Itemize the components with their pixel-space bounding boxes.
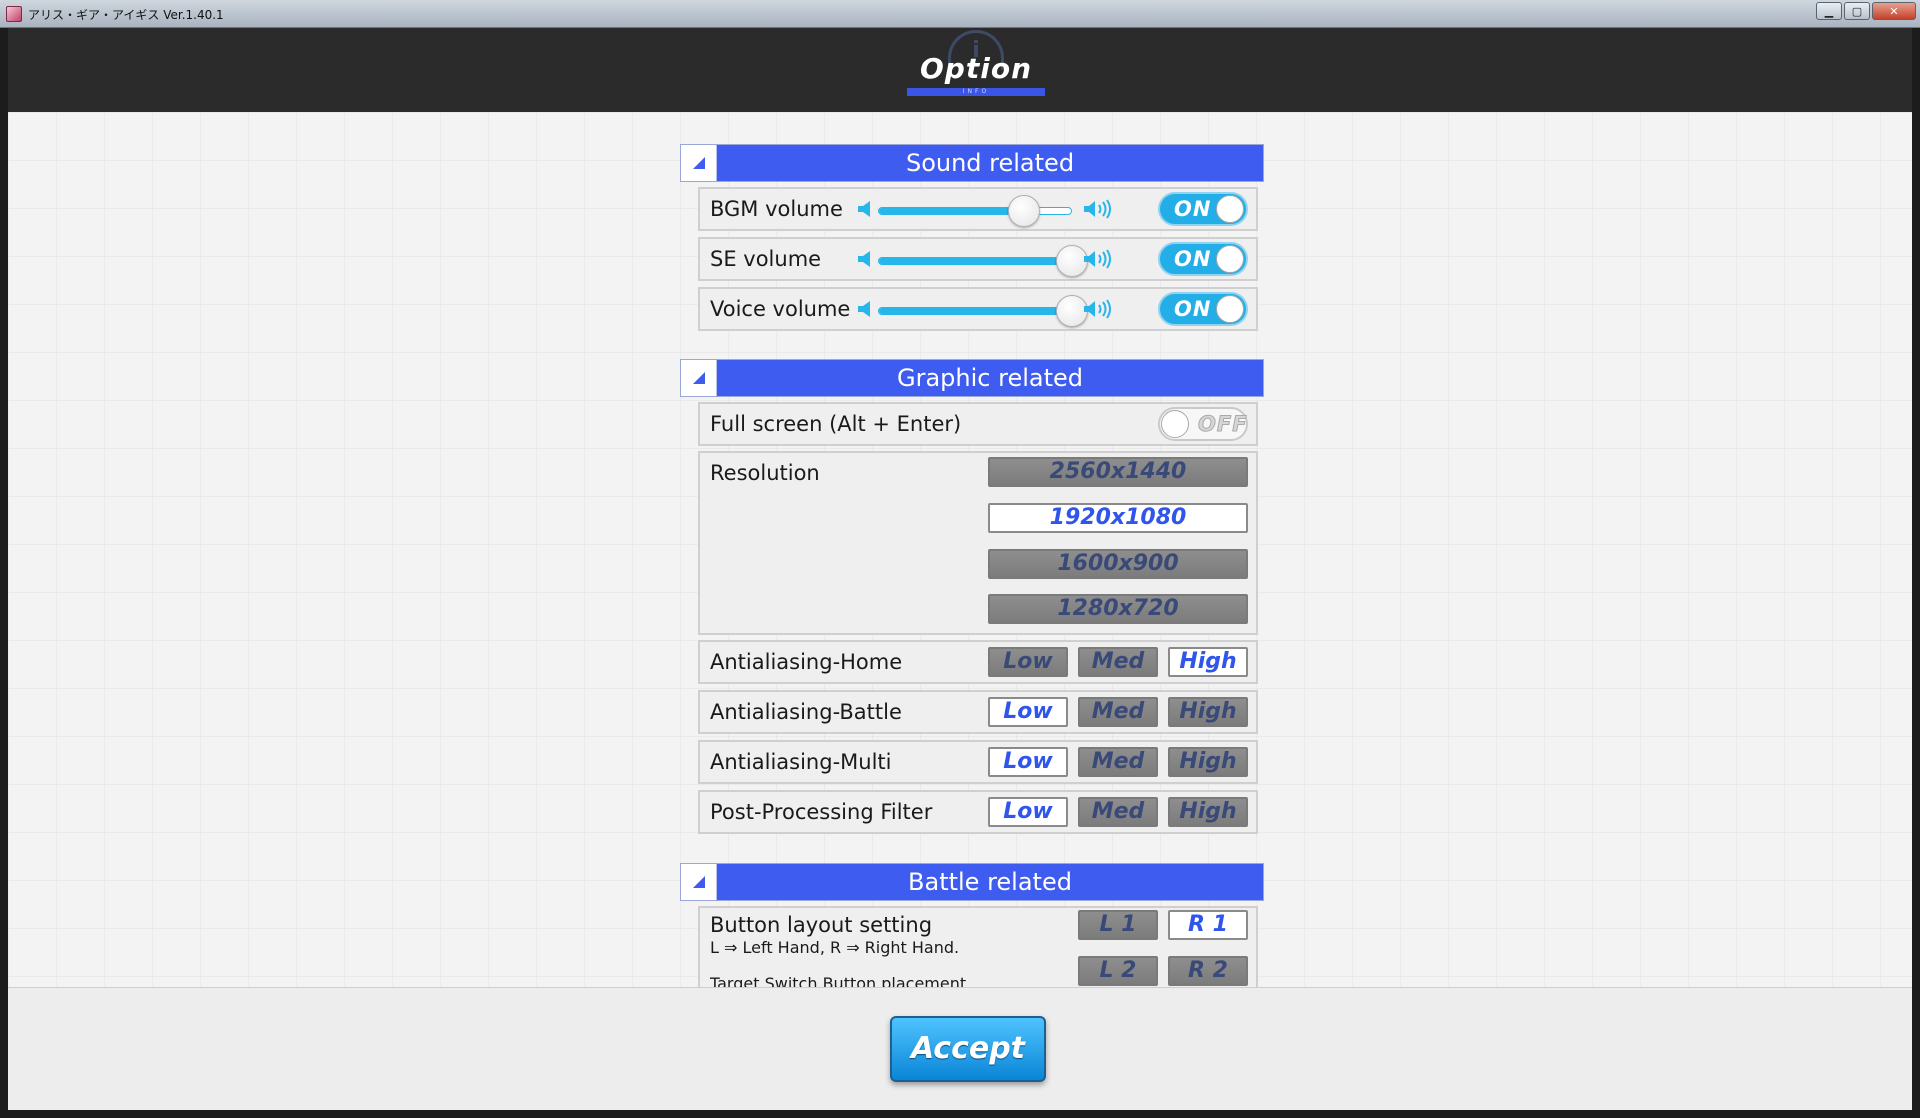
aa-battle-high-button[interactable]: High (1168, 697, 1248, 727)
aa-battle-low-button[interactable]: Low (988, 697, 1068, 727)
close-button[interactable]: ✕ (1872, 2, 1916, 20)
aa-home-med-button[interactable]: Med (1078, 647, 1158, 677)
maximize-button[interactable]: ▢ (1844, 2, 1870, 20)
row-antialiasing-home: Antialiasing-Home Low Med High (698, 640, 1258, 684)
row-label: Resolution (710, 461, 820, 485)
voice-volume-slider[interactable] (878, 307, 1072, 315)
section-header-graphic[interactable]: Graphic related (680, 359, 1264, 397)
row-antialiasing-battle: Antialiasing-Battle Low Med High (698, 690, 1258, 734)
window-controls: ▁ ▢ ✕ (1816, 2, 1916, 20)
row-label: Antialiasing-Battle (710, 700, 902, 724)
section-title: Sound related (905, 149, 1075, 177)
collapse-toggle-icon[interactable] (681, 360, 717, 396)
page-subtitle: INFO (962, 88, 990, 95)
row-se-volume: SE volume ON (698, 237, 1258, 281)
slider-knob[interactable] (1007, 195, 1040, 227)
layout-r2-button[interactable]: R 2 (1168, 956, 1248, 986)
window-bottom-border (0, 1110, 1920, 1118)
row-label: Voice volume (710, 297, 851, 321)
options-scroll-area[interactable]: Sound related BGM volume ON SE volume ON… (8, 112, 1912, 988)
post-filter-low-button[interactable]: Low (988, 797, 1068, 827)
row-label: SE volume (710, 247, 822, 271)
window-title-bar: アリス・ギア・アイギス Ver.1.40.1 ▁ ▢ ✕ (0, 0, 1920, 28)
row-resolution: Resolution 2560x1440 1920x1080 1600x900 … (698, 451, 1258, 635)
row-voice-volume: Voice volume ON (698, 287, 1258, 331)
row-post-processing-filter: Post-Processing Filter Low Med High (698, 790, 1258, 834)
window-title: アリス・ギア・アイギス Ver.1.40.1 (28, 8, 224, 22)
layout-r1-button[interactable]: R 1 (1168, 910, 1248, 940)
row-antialiasing-multi: Antialiasing-Multi Low Med High (698, 740, 1258, 784)
resolution-option-1600x900[interactable]: 1600x900 (988, 549, 1248, 579)
row-label: Full screen (Alt + Enter) (710, 412, 962, 436)
resolution-option-1280x720[interactable]: 1280x720 (988, 594, 1248, 624)
aa-multi-high-button[interactable]: High (1168, 747, 1248, 777)
collapse-toggle-icon[interactable] (681, 864, 717, 900)
button-layout-hint: L ⇒ Left Hand, R ⇒ Right Hand. (710, 938, 960, 957)
voice-toggle[interactable]: ON (1158, 292, 1248, 326)
aa-multi-med-button[interactable]: Med (1078, 747, 1158, 777)
page-title: Option (920, 52, 1032, 85)
section-title: Graphic related (897, 364, 1083, 392)
bgm-volume-slider[interactable] (878, 207, 1072, 215)
minimize-button[interactable]: ▁ (1816, 2, 1842, 20)
post-filter-high-button[interactable]: High (1168, 797, 1248, 827)
row-bgm-volume: BGM volume ON (698, 187, 1258, 231)
row-button-layout: Button layout setting L ⇒ Left Hand, R ⇒… (698, 906, 1258, 988)
resolution-option-1920x1080[interactable]: 1920x1080 (988, 503, 1248, 533)
row-label: Antialiasing-Home (710, 650, 903, 674)
speaker-high-icon (1084, 199, 1111, 219)
resolution-option-2560x1440[interactable]: 2560x1440 (988, 457, 1248, 487)
row-label: BGM volume (710, 197, 843, 221)
section-header-battle[interactable]: Battle related (680, 863, 1264, 901)
app-icon (6, 6, 22, 22)
se-toggle[interactable]: ON (1158, 242, 1248, 276)
row-label: Antialiasing-Multi (710, 750, 892, 774)
speaker-high-icon (1084, 249, 1111, 269)
row-label: Post-Processing Filter (710, 800, 933, 824)
accept-button[interactable]: Accept (890, 1016, 1046, 1082)
row-label: Button layout setting (710, 913, 933, 937)
speaker-low-icon (858, 251, 870, 267)
section-header-sound[interactable]: Sound related (680, 144, 1264, 182)
fullscreen-toggle[interactable]: OFF (1158, 407, 1248, 441)
aa-battle-med-button[interactable]: Med (1078, 697, 1158, 727)
speaker-low-icon (858, 301, 870, 317)
bgm-toggle[interactable]: ON (1158, 192, 1248, 226)
aa-home-high-button[interactable]: High (1168, 647, 1248, 677)
options-panel: Sound related BGM volume ON SE volume ON… (680, 112, 1264, 988)
row-fullscreen: Full screen (Alt + Enter) OFF (698, 402, 1258, 446)
target-switch-label: Target Switch Button placement (710, 974, 967, 988)
page-header: i Option INFO (8, 28, 1912, 112)
aa-multi-low-button[interactable]: Low (988, 747, 1068, 777)
speaker-high-icon (1084, 299, 1111, 319)
collapse-toggle-icon[interactable] (681, 145, 717, 181)
layout-l1-button[interactable]: L 1 (1078, 910, 1158, 940)
aa-home-low-button[interactable]: Low (988, 647, 1068, 677)
speaker-low-icon (858, 201, 870, 217)
post-filter-med-button[interactable]: Med (1078, 797, 1158, 827)
section-title: Battle related (908, 868, 1072, 896)
layout-l2-button[interactable]: L 2 (1078, 956, 1158, 986)
se-volume-slider[interactable] (878, 257, 1072, 265)
